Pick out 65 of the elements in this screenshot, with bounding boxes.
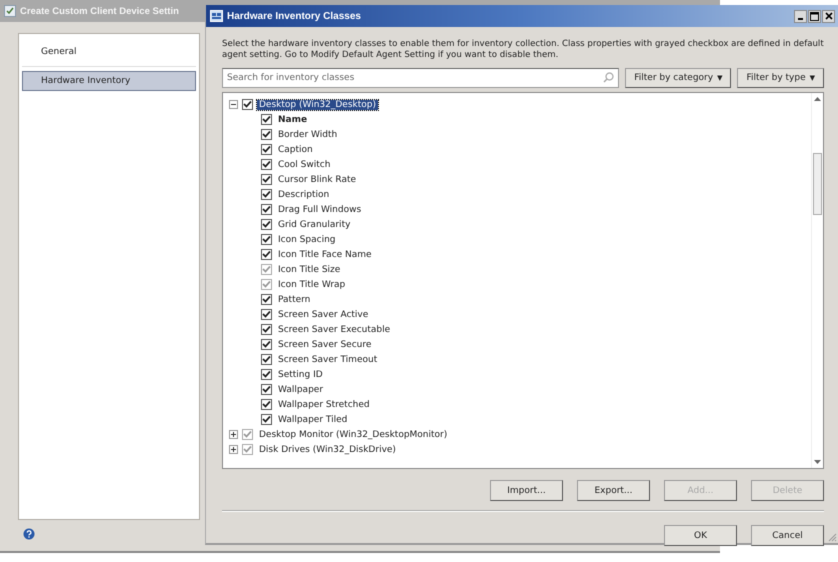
resize-grip-icon[interactable] [827, 532, 837, 542]
checkbox[interactable] [261, 354, 272, 365]
checkbox[interactable] [261, 249, 272, 260]
checkbox[interactable] [261, 324, 272, 335]
dialog-button[interactable]: Cancel [751, 525, 824, 546]
checkbox[interactable] [261, 309, 272, 320]
window-title: Hardware Inventory Classes [227, 10, 362, 22]
action-button[interactable]: Import... [490, 480, 563, 501]
action-button[interactable]: Export... [577, 480, 650, 501]
checkbox[interactable] [261, 159, 272, 170]
minimize-button[interactable] [794, 10, 807, 22]
nav-item[interactable]: Hardware Inventory [22, 71, 196, 91]
property-item[interactable]: Wallpaper Stretched [276, 400, 372, 410]
window-title: Create Custom Client Device Settin [20, 6, 179, 16]
property-item[interactable]: Screen Saver Active [276, 310, 370, 320]
property-item[interactable]: Screen Saver Executable [276, 324, 392, 334]
checkbox[interactable] [261, 339, 272, 350]
tree-item[interactable]: Desktop (Win32_Desktop) [257, 100, 378, 110]
window-icon [210, 10, 223, 22]
checkbox[interactable] [261, 174, 272, 185]
scrollbar[interactable] [811, 93, 823, 468]
instruction-text: Select the hardware inventory classes to enable them for inventory collection. Class properties with grayed checkbox are defined in default agent setting. Go to Modify Default Agent Setting if you want to disable them. [222, 39, 824, 62]
property-item[interactable]: Drag Full Windows [276, 204, 364, 214]
property-item[interactable]: Cool Switch [276, 160, 332, 170]
maximize-button[interactable] [808, 10, 821, 22]
property-item[interactable]: Description [276, 190, 332, 200]
property-item[interactable]: Wallpaper [276, 384, 326, 394]
property-item[interactable]: Icon Spacing [276, 234, 338, 244]
property-item[interactable]: Setting ID [276, 370, 325, 380]
checkbox[interactable] [261, 204, 272, 215]
checkbox[interactable] [261, 129, 272, 140]
close-icon [824, 12, 832, 20]
help-icon[interactable] [23, 528, 35, 540]
scroll-down-icon[interactable] [814, 460, 821, 464]
nav-item[interactable]: General [22, 42, 196, 62]
property-item[interactable]: Cursor Blink Rate [276, 174, 358, 184]
checkbox[interactable] [261, 294, 272, 305]
collapse-icon[interactable] [229, 100, 238, 109]
checkbox[interactable] [261, 219, 272, 230]
property-item[interactable]: Grid Granularity [276, 220, 352, 230]
checkbox[interactable] [261, 144, 272, 155]
checkbox[interactable] [261, 189, 272, 200]
window-icon [4, 5, 16, 17]
checkbox[interactable] [261, 414, 272, 425]
property-item[interactable]: Border Width [276, 130, 340, 140]
property-item[interactable]: Caption [276, 144, 315, 154]
checkbox[interactable] [261, 114, 272, 125]
checkbox[interactable] [242, 99, 253, 110]
scroll-thumb[interactable] [813, 153, 822, 215]
maximize-icon [810, 12, 819, 20]
checkbox[interactable] [261, 399, 272, 410]
search-field[interactable]: Search for inventory classes [222, 68, 620, 88]
property-item[interactable]: Screen Saver Timeout [276, 354, 380, 364]
checkbox[interactable] [261, 369, 272, 380]
property-item[interactable]: Pattern [276, 294, 312, 304]
search-icon [603, 72, 614, 83]
property-item[interactable]: Name [276, 114, 310, 124]
property-item[interactable]: Screen Saver Secure [276, 340, 374, 350]
dialog-button[interactable]: OK [664, 525, 737, 546]
checkbox[interactable] [261, 384, 272, 395]
close-button[interactable] [822, 10, 835, 22]
scroll-up-icon[interactable] [814, 97, 821, 101]
property-item[interactable]: Wallpaper Tiled [276, 414, 350, 424]
checkbox[interactable] [261, 234, 272, 245]
property-item[interactable]: Icon Title Face Name [276, 250, 374, 260]
